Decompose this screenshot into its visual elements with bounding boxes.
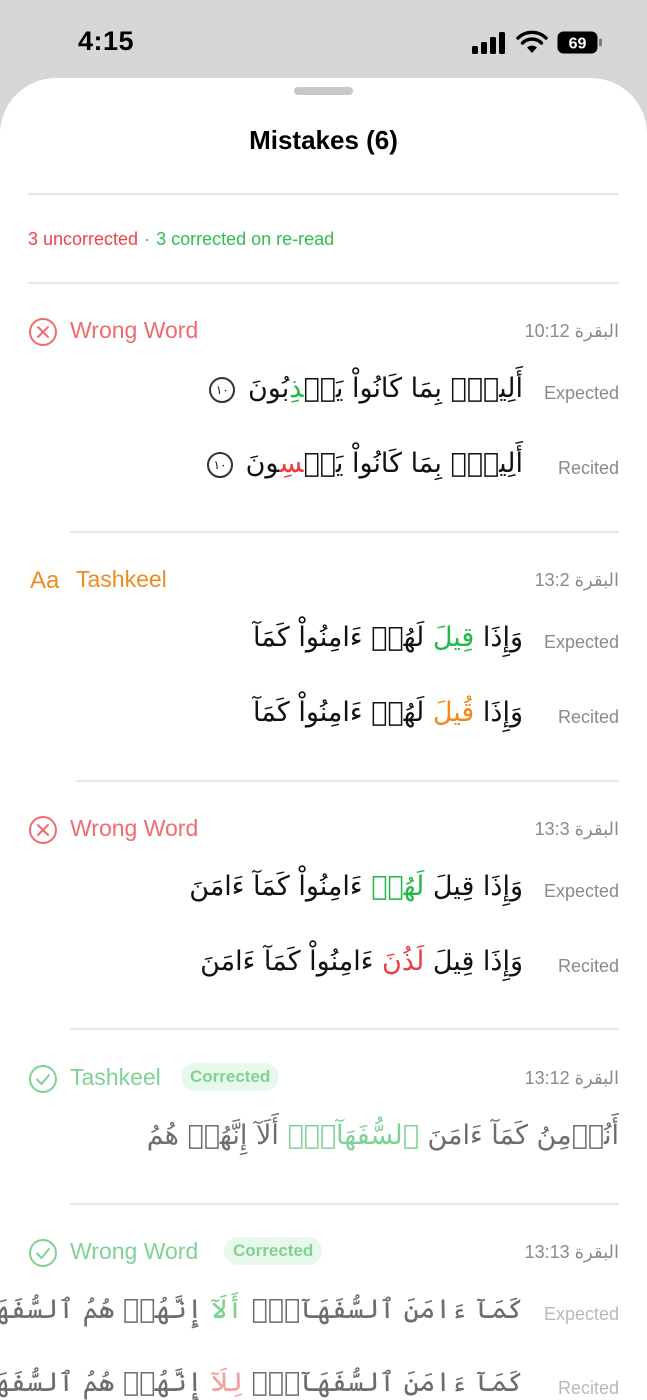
recited-label: Recited bbox=[557, 956, 619, 976]
recited-highlight: لِلَآ bbox=[211, 1367, 243, 1398]
recited-text: وَإِذَا قِيلَ لَذُنَ ءَامِنُواْ كَمَآ ءَ… bbox=[200, 946, 523, 977]
text-format-icon: Aa bbox=[30, 567, 60, 594]
x-circle-icon bbox=[28, 317, 58, 347]
expected-label: Expected bbox=[543, 881, 619, 901]
mistake-type: Tashkeel bbox=[70, 1064, 161, 1090]
recited-highlight: لَذُنَ bbox=[382, 946, 425, 977]
corrected-badge: Corrected bbox=[181, 1063, 280, 1091]
wifi-icon bbox=[516, 30, 548, 53]
verse-reference: البقرة 13:12 bbox=[524, 1068, 619, 1088]
verse-reference: البقرة 10:12 bbox=[524, 321, 619, 341]
verse-reference: البقرة 13:2 bbox=[534, 570, 619, 590]
expected-highlight: ذِ bbox=[289, 373, 304, 404]
sheet-title: Mistakes (6) bbox=[249, 125, 398, 155]
battery-icon: 69 bbox=[557, 31, 602, 54]
expected-label: Expected bbox=[543, 1304, 619, 1324]
expected-highlight: لَهُمۡ bbox=[371, 871, 425, 902]
expected-highlight: أَلَآ bbox=[211, 1294, 243, 1325]
recited-text: كَمَآ ءَامَنَ ٱلسُّفَهَآءُۗ لِلَآ إِنَّه… bbox=[0, 1367, 523, 1398]
expected-label: Expected bbox=[543, 383, 619, 403]
recited-text: أَلِيمُۢ بِمَا كَانُواْ يَكۡسِونَ ١٠ bbox=[206, 448, 523, 479]
status-time: 4:15 bbox=[78, 26, 135, 56]
expected-text: أَلِيمُۢ بِمَا كَانُواْ يَكۡذِبُونَ ١٠ bbox=[209, 373, 523, 404]
expected-label: Expected bbox=[543, 632, 619, 652]
expected-highlight: قِيلَ bbox=[432, 622, 475, 653]
uncorrected-count: 3 uncorrected bbox=[28, 229, 139, 249]
recited-text: وَإِذَا قُيلَ لَهُمۡ ءَامِنُواْ كَمَآ bbox=[253, 697, 523, 728]
mistake-type: Tashkeel bbox=[76, 566, 167, 592]
divider bbox=[28, 282, 619, 284]
divider bbox=[70, 1028, 619, 1030]
mistakes-sheet: Mistakes (6) 3 uncorrected · 3 corrected o… bbox=[0, 78, 647, 1400]
mistake-type: Wrong Word bbox=[70, 815, 199, 841]
summary-separator: · bbox=[144, 229, 151, 249]
recited-label: Recited bbox=[557, 458, 619, 478]
battery-level: 69 bbox=[569, 36, 587, 53]
divider bbox=[76, 780, 619, 782]
cellular-signal-icon bbox=[472, 32, 505, 54]
verse-reference: البقرة 13:3 bbox=[534, 819, 619, 839]
check-circle-icon bbox=[28, 1238, 58, 1268]
divider bbox=[70, 1203, 619, 1205]
corrected-highlight: ٱلسُّفَهَآءُۗ bbox=[287, 1120, 419, 1151]
expected-text: وَإِذَا قِيلَ لَهُمۡ ءَامِنُواْ كَمَآ bbox=[253, 622, 523, 653]
recited-label: Recited bbox=[557, 707, 619, 727]
check-circle-icon bbox=[28, 1064, 58, 1094]
mistake-type: Wrong Word bbox=[70, 317, 199, 343]
ayah-marker: ١٠ bbox=[206, 451, 233, 478]
expected-text: وَإِذَا قِيلَ لَهُمۡ ءَامِنُواْ كَمَآ ءَ… bbox=[189, 871, 523, 902]
mistake-type: Wrong Word bbox=[70, 1238, 199, 1264]
corrected-count: 3 corrected on re-read bbox=[156, 229, 335, 249]
recited-highlight: سِ bbox=[279, 448, 304, 479]
corrected-badge: Corrected bbox=[224, 1237, 323, 1265]
sheet-grabber[interactable] bbox=[294, 87, 353, 95]
expected-text: كَمَآ ءَامَنَ ٱلسُّفَهَآءُۗ أَلَآ إِنَّه… bbox=[0, 1294, 523, 1325]
verse-text: أَنُؤۡمِنُ كَمَآ ءَامَنَ ٱلسُّفَهَآءُۗ أ… bbox=[146, 1120, 619, 1151]
divider bbox=[28, 193, 619, 195]
recited-label: Recited bbox=[557, 1378, 619, 1398]
verse-reference: البقرة 13:13 bbox=[524, 1242, 619, 1262]
status-bar: 4:15 69 bbox=[0, 0, 647, 80]
ayah-marker: ١٠ bbox=[209, 376, 236, 403]
mistake-summary: 3 uncorrected · 3 corrected on re-read bbox=[28, 229, 334, 250]
recited-highlight: قُيلَ bbox=[432, 697, 475, 728]
divider bbox=[70, 531, 619, 533]
x-circle-icon bbox=[28, 815, 58, 845]
